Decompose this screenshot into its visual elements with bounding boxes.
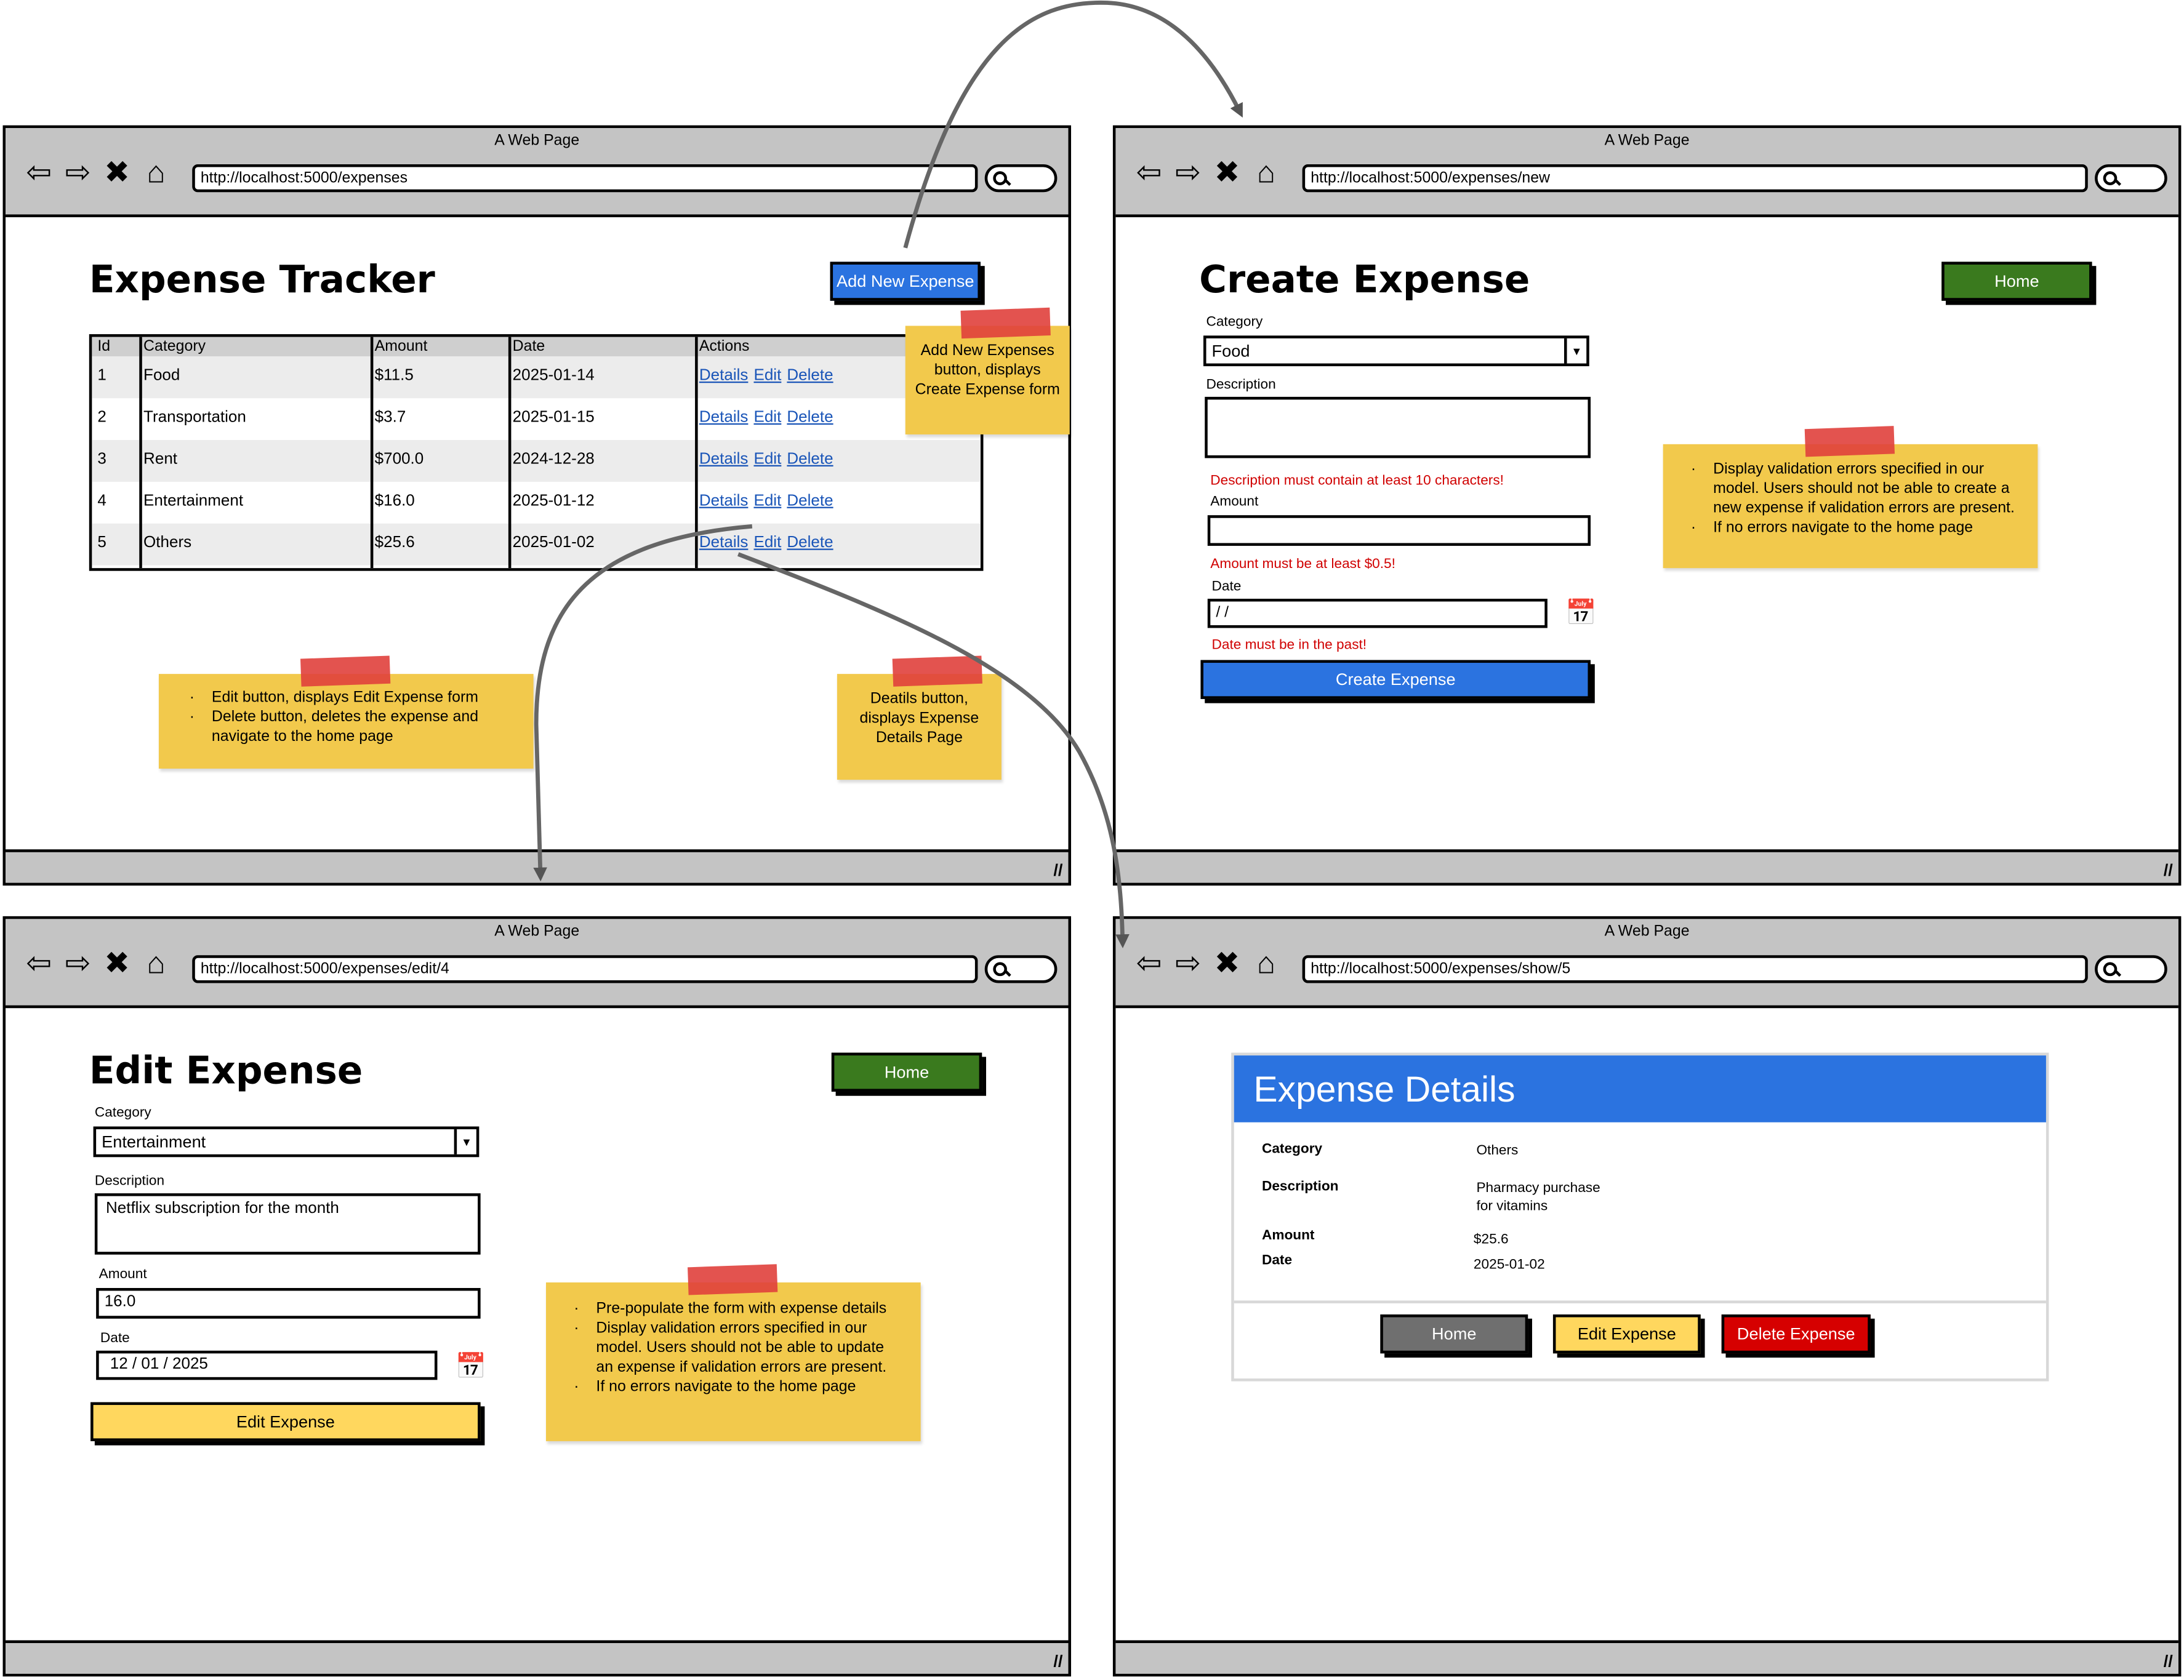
arrow-add-to-create	[903, 0, 1243, 249]
arrow-details-to-show-page	[737, 552, 1130, 948]
arrow-edit-to-edit-page	[533, 524, 753, 882]
wireframe-diagram: A Web Page ⇦ ⇨ ✖ ⌂ http://localhost:5000…	[0, 0, 2184, 1680]
flow-arrows	[533, 0, 1243, 948]
